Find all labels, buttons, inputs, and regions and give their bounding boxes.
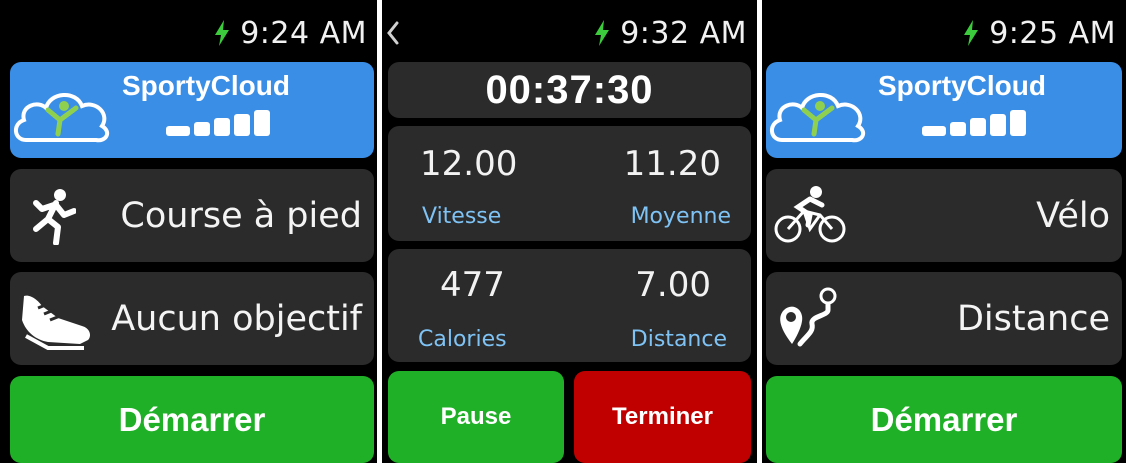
status-bar: 9:32 AM xyxy=(594,12,747,54)
chevron-left-icon[interactable] xyxy=(386,20,400,46)
pause-button[interactable]: Pause xyxy=(388,371,564,463)
average-label: Moyenne xyxy=(630,204,731,229)
end-button-label: Terminer xyxy=(612,403,713,430)
brand-title: SportyCloud xyxy=(878,70,1046,101)
calories-value: 477 xyxy=(440,265,505,305)
signal-strength xyxy=(922,110,1026,136)
charging-bolt-icon xyxy=(964,20,979,46)
signal-strength xyxy=(166,110,270,136)
watch-screen-workout: 9:32 AM 00:37:30 12.00 Vitesse 11.20 Moy… xyxy=(382,0,757,463)
speed-label: Vitesse xyxy=(422,204,502,229)
brand-title: SportyCloud xyxy=(122,70,290,101)
goal-label: Distance xyxy=(956,298,1110,339)
route-pin-icon xyxy=(780,287,837,347)
average-value: 11.20 xyxy=(623,144,721,184)
pause-button-label: Pause xyxy=(440,403,512,430)
start-button-label: Démarrer xyxy=(870,400,1018,438)
activity-label: Course à pied xyxy=(120,195,362,236)
charging-bolt-icon xyxy=(595,20,610,46)
activity-label: Vélo xyxy=(1036,195,1110,236)
goal-label: Aucun objectif xyxy=(111,298,362,339)
goal-row[interactable]: Aucun objectif xyxy=(10,272,374,365)
speed-value: 12.00 xyxy=(420,144,518,184)
activity-row[interactable]: Vélo xyxy=(766,169,1122,262)
goal-row[interactable]: Distance xyxy=(766,272,1122,365)
elapsed-time: 00:37:30 xyxy=(485,67,654,112)
calories-label: Calories xyxy=(418,327,507,352)
cloud-runner-logo xyxy=(14,93,110,143)
runner-icon xyxy=(33,189,76,245)
watch-screen-start-cycling: 9:25 AM SportyCloud Vélo Distance Démarr… xyxy=(762,0,1126,463)
watch-screen-start-running: 9:24 AM SportyCloud Course à pied Aucun … xyxy=(0,0,377,463)
end-button[interactable]: Terminer xyxy=(574,371,751,463)
elapsed-time-card: 00:37:30 xyxy=(388,62,751,118)
status-bar: 9:24 AM xyxy=(214,12,367,54)
cloud-runner-logo xyxy=(770,93,866,143)
distance-label: Distance xyxy=(630,327,727,352)
start-button[interactable]: Démarrer xyxy=(766,376,1122,463)
charging-bolt-icon xyxy=(215,20,230,46)
brand-card[interactable]: SportyCloud xyxy=(766,62,1122,158)
start-button-label: Démarrer xyxy=(118,400,266,438)
running-shoe-icon xyxy=(22,295,90,350)
cyclist-icon xyxy=(774,186,846,243)
clock-time: 9:32 AM xyxy=(620,15,747,51)
start-button[interactable]: Démarrer xyxy=(10,376,374,463)
status-bar: 9:25 AM xyxy=(963,12,1116,54)
clock-time: 9:24 AM xyxy=(240,15,367,51)
activity-row[interactable]: Course à pied xyxy=(10,169,374,262)
speed-metrics-card: 12.00 Vitesse 11.20 Moyenne xyxy=(388,126,751,241)
clock-time: 9:25 AM xyxy=(989,15,1116,51)
brand-card[interactable]: SportyCloud xyxy=(10,62,374,158)
energy-metrics-card: 477 Calories 7.00 Distance xyxy=(388,249,751,362)
distance-value: 7.00 xyxy=(635,265,711,305)
